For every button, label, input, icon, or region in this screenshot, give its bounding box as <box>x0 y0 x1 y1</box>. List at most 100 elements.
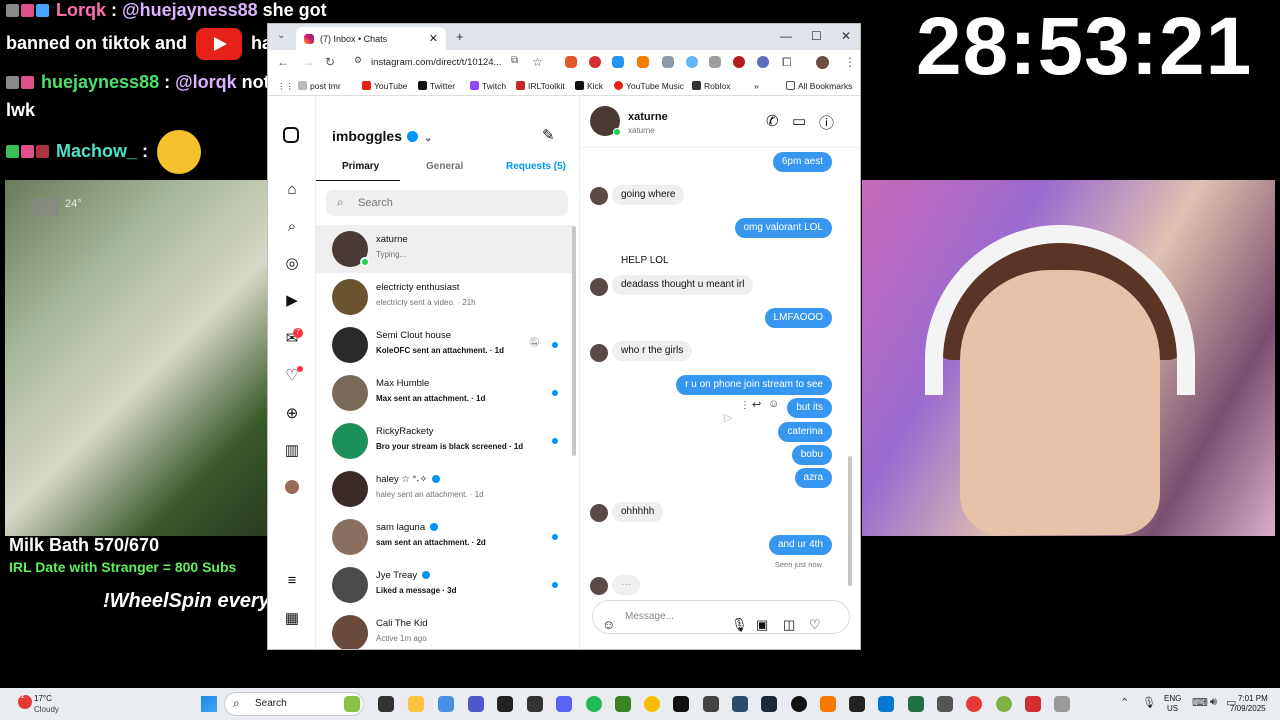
video-call-icon[interactable]: ▭ <box>792 112 806 130</box>
install-app-icon[interactable]: ⧉ <box>511 55 518 66</box>
microphone-icon[interactable]: 🎙︎ <box>731 609 748 641</box>
extension-icon[interactable] <box>612 56 624 68</box>
app-icon[interactable] <box>1025 696 1041 712</box>
message-bubble-in[interactable]: ohhhhh <box>612 502 664 522</box>
tab-requests[interactable]: Requests (5) <box>506 161 566 172</box>
reels-icon[interactable]: ▶ <box>283 292 301 310</box>
notepad-icon[interactable] <box>937 696 953 712</box>
message-bubble-out[interactable]: bobu <box>791 445 832 465</box>
extension-icon[interactable] <box>662 56 674 68</box>
extensions-puzzle-icon[interactable]: ⧠ <box>782 55 792 70</box>
search-icon[interactable]: ⌕ <box>283 218 301 236</box>
like-heart-icon[interactable]: ♡ <box>809 609 821 641</box>
conversation-item[interactable]: RickyRackety Bro your stream is black sc… <box>316 417 574 465</box>
bookmark-youtube-music[interactable]: YouTube Music <box>614 81 684 91</box>
conversation-item[interactable]: Jye Treay Liked a message · 3d <box>316 561 574 609</box>
bookmark-post-tmr[interactable]: post tmr <box>298 81 341 91</box>
threads-apps-icon[interactable]: ▦ <box>283 610 301 628</box>
reload-icon[interactable]: ↻ <box>325 55 335 69</box>
clock-time[interactable]: 7:01 PM <box>1238 694 1268 703</box>
message-bubble-in[interactable]: deadass thought u meant irl <box>612 275 754 295</box>
app-icon[interactable] <box>849 696 865 712</box>
message-bubble-out[interactable]: r u on phone join stream to see <box>676 375 832 395</box>
close-tab-icon[interactable]: ✕ <box>429 32 438 45</box>
forward-icon[interactable]: → <box>302 55 314 69</box>
task-view-icon[interactable] <box>378 696 394 712</box>
message-bubble-out[interactable]: azra <box>794 468 832 488</box>
message-bubble-out[interactable]: caterina <box>778 422 832 442</box>
info-icon[interactable]: ⓘ <box>819 112 834 133</box>
extension-icon[interactable] <box>637 56 649 68</box>
teams-icon[interactable] <box>468 696 484 712</box>
account-switcher[interactable]: imboggles ⌄ <box>332 128 432 144</box>
extension-icon[interactable] <box>565 56 577 68</box>
steam-icon[interactable] <box>761 696 777 712</box>
tiktok-icon[interactable] <box>673 696 689 712</box>
more-options-icon[interactable]: ⋮ <box>740 400 750 411</box>
conversation-item[interactable]: electricty enthusiast electricty sent a … <box>316 273 574 321</box>
reply-icon[interactable]: ↩ <box>752 398 761 411</box>
app-icon[interactable] <box>908 696 924 712</box>
tab-search-icon[interactable]: ⌄ <box>277 30 285 41</box>
conversation-item[interactable]: Cali The Kid Active 1m ago <box>316 609 574 649</box>
conversation-item[interactable]: sam laguna sam sent an attachment. · 2d <box>316 513 574 561</box>
close-window-button[interactable]: ✕ <box>841 29 851 43</box>
new-tab-button[interactable]: + <box>456 29 464 44</box>
maximize-button[interactable]: ☐ <box>811 29 822 43</box>
app-icon[interactable] <box>996 696 1012 712</box>
minimize-button[interactable]: — <box>780 29 792 43</box>
react-emoji-icon[interactable]: ☺ <box>768 398 779 410</box>
app-icon[interactable] <box>1054 696 1070 712</box>
app-icon[interactable] <box>703 696 719 712</box>
bookmark-irltoolkit[interactable]: IRLToolkit <box>516 81 565 91</box>
image-icon[interactable]: ▣ <box>756 609 768 641</box>
instagram-logo-icon[interactable] <box>283 127 299 143</box>
phone-call-icon[interactable]: ✆ <box>766 112 779 130</box>
bookmark-roblox[interactable]: Roblox <box>692 81 730 91</box>
message-bubble-in[interactable]: who r the girls <box>612 341 693 361</box>
tray-chevron-icon[interactable]: ⌃ <box>1120 696 1129 709</box>
home-icon[interactable]: ⌂ <box>283 181 301 199</box>
app-icon[interactable] <box>527 696 543 712</box>
more-bookmarks-icon[interactable]: » <box>754 81 759 91</box>
menu-icon[interactable]: ≡ <box>283 572 301 590</box>
new-message-icon[interactable]: ✎ <box>542 126 555 144</box>
bookmark-star-icon[interactable]: ☆ <box>532 55 543 69</box>
bookmark-youtube[interactable]: YouTube <box>362 81 407 91</box>
bookmark-kick[interactable]: Kick <box>575 81 603 91</box>
all-bookmarks[interactable]: All Bookmarks <box>786 81 852 91</box>
message-bubble-in[interactable]: going where <box>612 185 685 205</box>
language-indicator[interactable]: ENG <box>1164 694 1181 703</box>
windows-start-icon[interactable] <box>201 696 217 712</box>
emoji-icon[interactable]: ☺ <box>602 609 615 641</box>
inbox-scrollbar[interactable] <box>572 226 576 456</box>
app-icon[interactable] <box>966 696 982 712</box>
message-bubble-out[interactable]: but its <box>787 398 832 418</box>
back-icon[interactable]: ← <box>277 55 289 69</box>
conversation-item[interactable]: Max Humble Max sent an attachment. · 1d <box>316 369 574 417</box>
browser-menu-icon[interactable]: ⋮ <box>844 55 856 69</box>
extension-icon[interactable] <box>589 56 601 68</box>
spotify-icon[interactable] <box>586 696 602 712</box>
app-icon[interactable] <box>732 696 748 712</box>
discord-icon[interactable] <box>556 696 572 712</box>
bookmark-twitch[interactable]: Twitch <box>470 81 506 91</box>
edge-icon[interactable] <box>878 696 894 712</box>
copilot-icon[interactable] <box>438 696 454 712</box>
vlc-icon[interactable] <box>820 696 836 712</box>
github-icon[interactable] <box>791 696 807 712</box>
extension-icon[interactable] <box>757 56 769 68</box>
taskbar-search[interactable]: Search <box>224 692 364 716</box>
message-input[interactable]: ☺ Message... 🎙︎ ▣ ◫ ♡ <box>592 600 850 634</box>
site-info-icon[interactable]: ⚙ <box>354 55 362 66</box>
minecraft-icon[interactable] <box>615 696 631 712</box>
conversation-item[interactable]: Semi Clout house KoleOFC sent an attachm… <box>316 321 574 369</box>
explore-icon[interactable]: ◎ <box>283 255 301 273</box>
conversation-item[interactable]: xaturne Typing... <box>316 225 574 273</box>
create-icon[interactable]: ⊕ <box>283 405 301 423</box>
search-input[interactable]: Search <box>326 190 568 216</box>
conversation-item[interactable]: haley ☆ °˖✧ haley sent an attachment. · … <box>316 465 574 513</box>
browser-tab[interactable]: (7) Inbox • Chats ✕ <box>296 27 446 50</box>
network-icon[interactable]: ⌨ <box>1192 696 1208 709</box>
thread-scrollbar[interactable] <box>848 456 852 586</box>
